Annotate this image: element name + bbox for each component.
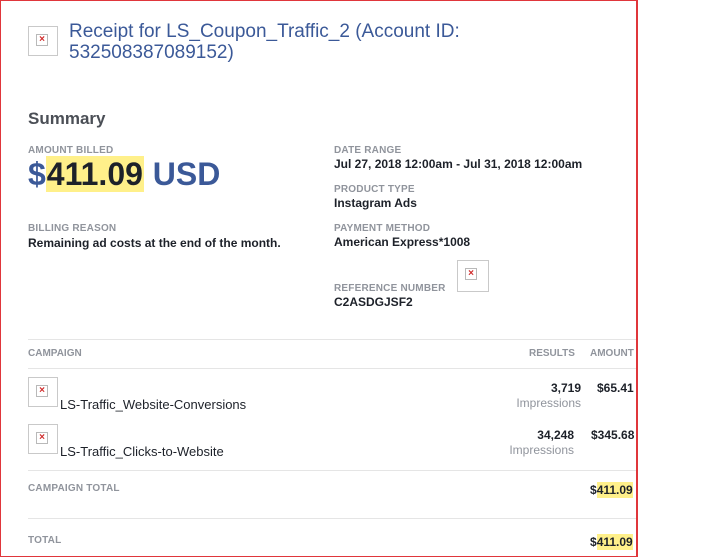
table-row-amount: $65.41	[597, 381, 634, 395]
payment-method-label: PAYMENT METHOD	[334, 223, 431, 234]
table-row-results-unit: Impressions	[509, 443, 574, 457]
divider	[28, 470, 636, 471]
date-range-value: Jul 27, 2018 12:00am - Jul 31, 2018 12:0…	[334, 157, 583, 171]
broken-image-icon: ×	[28, 377, 58, 407]
date-range-label: DATE RANGE	[334, 145, 402, 156]
currency-symbol: $	[590, 535, 597, 549]
product-type-label: PRODUCT TYPE	[334, 184, 415, 195]
product-type-value: Instagram Ads	[334, 196, 417, 210]
currency-code: USD	[152, 156, 221, 192]
currency-symbol: $	[590, 483, 597, 497]
broken-image-icon: ×	[457, 260, 489, 292]
divider	[28, 518, 636, 519]
receipt-frame: × Receipt for LS_Coupon_Traffic_2 (Accou…	[0, 0, 638, 557]
campaign-column-header: CAMPAIGN	[28, 348, 82, 359]
table-row-results-unit: Impressions	[516, 396, 581, 410]
campaign-total-label: CAMPAIGN TOTAL	[28, 483, 120, 494]
total-value: $411.09	[590, 534, 633, 550]
divider	[28, 368, 636, 369]
results-column-header: RESULTS	[529, 348, 575, 359]
reference-number-label: REFERENCE NUMBER	[334, 283, 446, 294]
campaign-total-value: $411.09	[590, 482, 633, 498]
reference-number-value: C2ASDGJSF2	[334, 295, 413, 309]
divider	[28, 339, 636, 340]
summary-heading: Summary	[28, 109, 106, 128]
table-row-results: 3,719	[550, 381, 581, 395]
payment-method-value: American Express*1008	[334, 235, 471, 249]
currency-symbol: $	[28, 156, 46, 192]
billing-reason-label: BILLING REASON	[28, 223, 117, 234]
total-label: TOTAL	[28, 535, 62, 546]
receipt-title: Receipt for LS_Coupon_Traffic_2 (Account…	[69, 21, 460, 63]
table-row-results: 34,248	[537, 428, 574, 442]
broken-image-icon: ×	[28, 26, 58, 56]
table-row-campaign-name: LS-Traffic_Clicks-to-Website	[60, 444, 224, 459]
amount-column-header: AMOUNT	[590, 348, 634, 359]
amount-billed-value: $411.09 USD	[28, 156, 220, 193]
total-highlight: 411.09	[596, 534, 633, 550]
broken-image-icon: ×	[28, 424, 58, 454]
campaign-total-highlight: 411.09	[596, 482, 633, 498]
table-row-campaign-name: LS-Traffic_Website-Conversions	[60, 397, 247, 412]
table-row-amount: $345.68	[591, 428, 635, 442]
billing-reason-value: Remaining ad costs at the end of the mon…	[28, 236, 281, 250]
amount-highlight: 411.09	[45, 156, 144, 192]
amount-billed-label: AMOUNT BILLED	[28, 145, 114, 156]
